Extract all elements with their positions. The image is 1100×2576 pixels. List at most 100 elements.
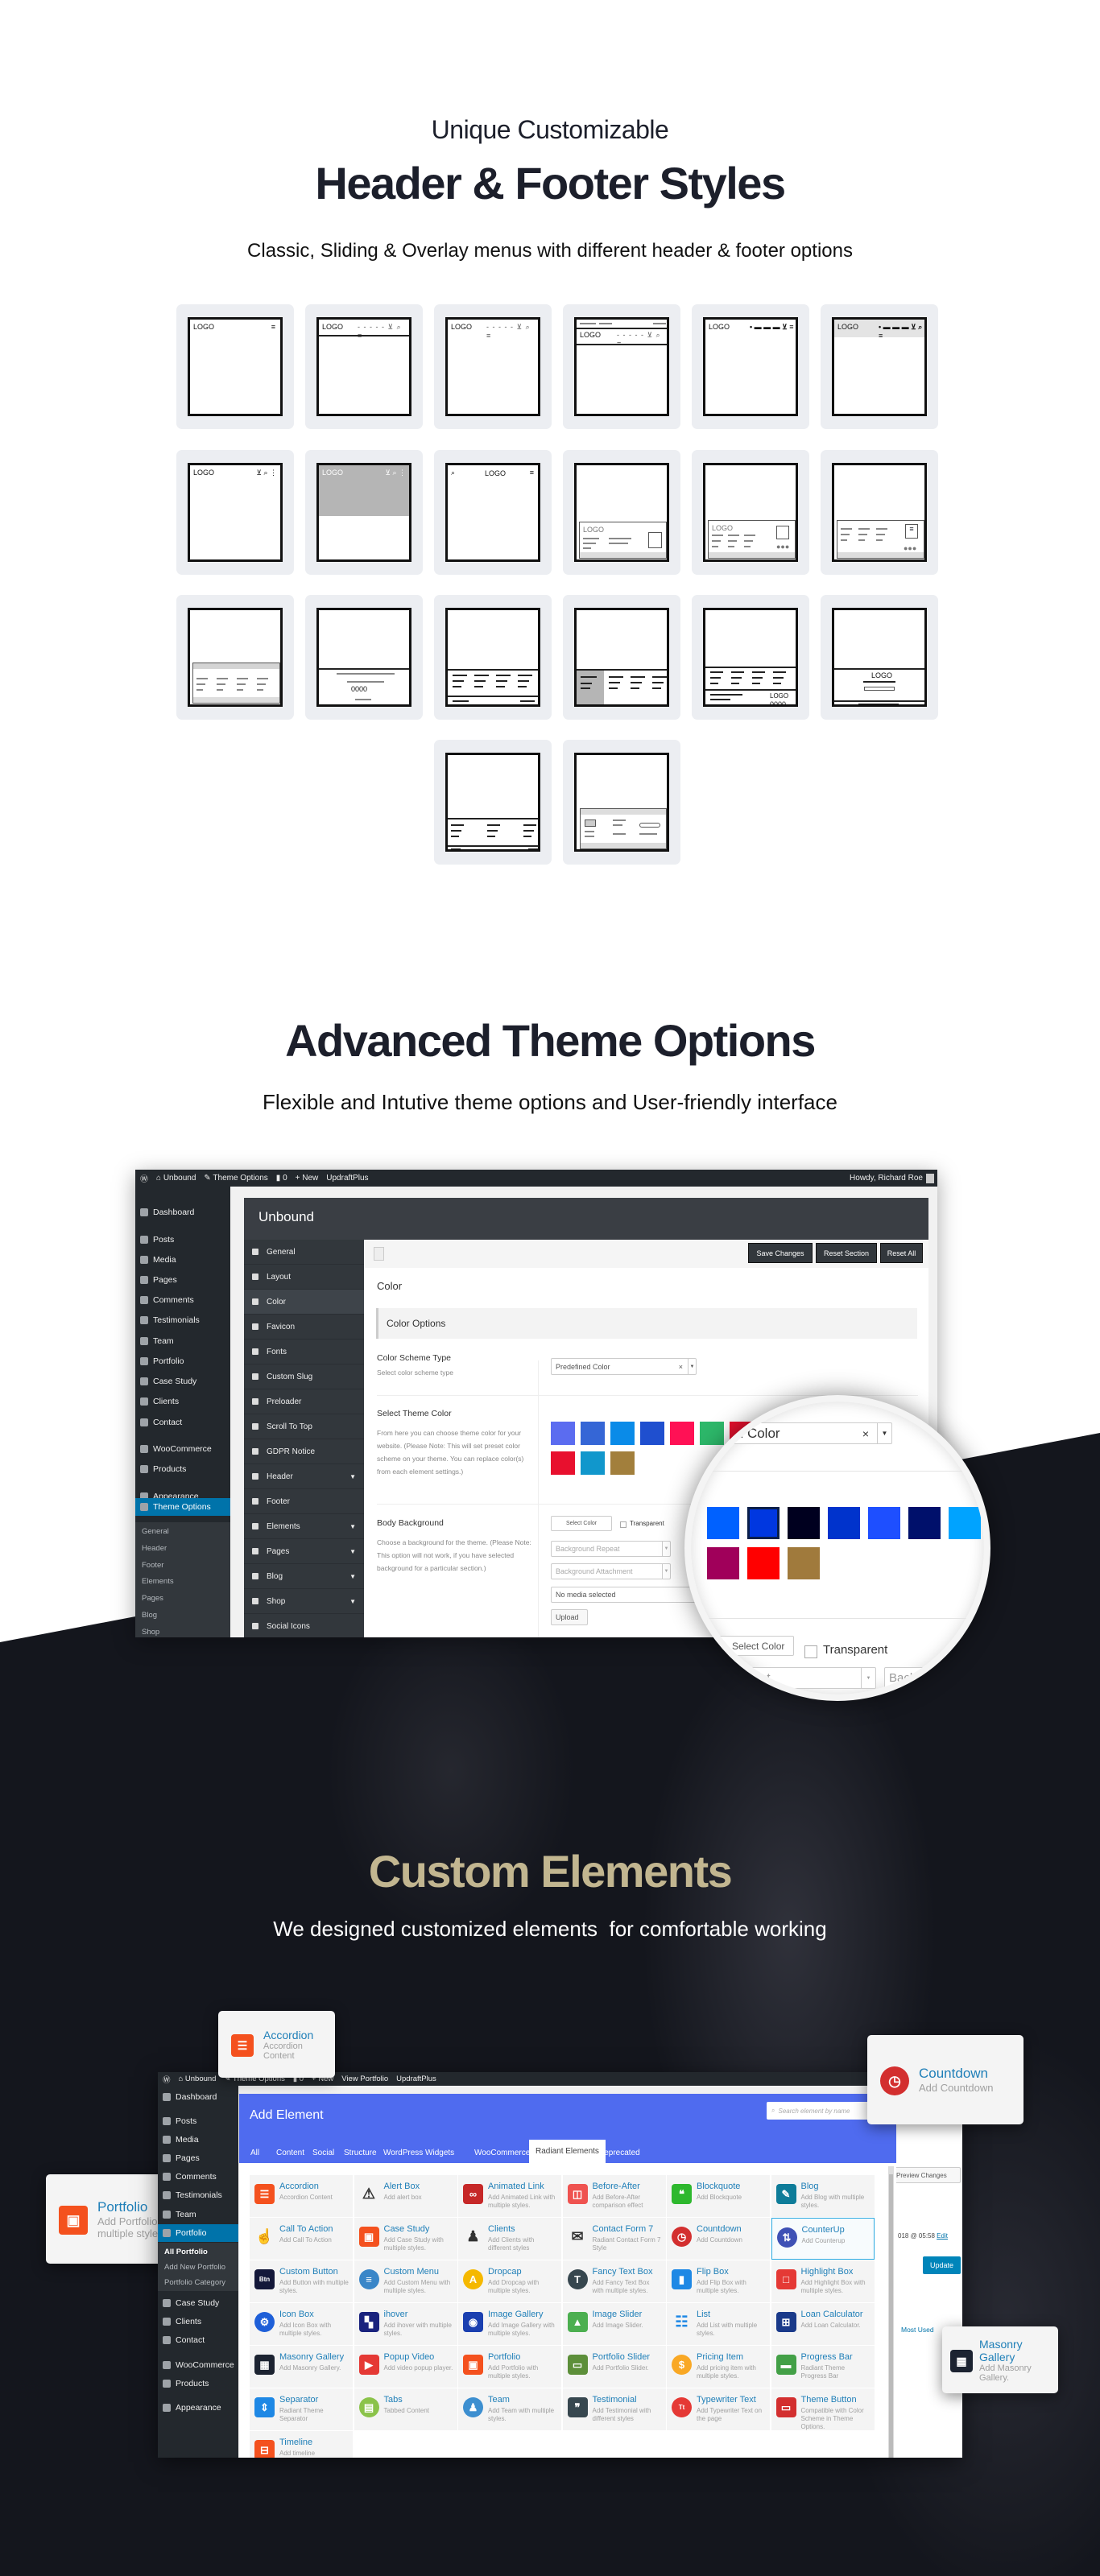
magnified-scheme-select[interactable]: Predefined Color × ▼ [691,1422,892,1444]
element-item[interactable]: ▦ Masonry Gallery Add Masonry Gallery. [250,2346,353,2388]
admin-bar-plugin[interactable]: UpdraftPlus [326,1174,368,1183]
color-swatch[interactable] [581,1451,605,1475]
layout-thumbnail[interactable]: LOGO • ▬ ▬ ▬ ⊻ ⌕ ≡ [821,304,938,429]
sidebar-item-footer[interactable]: Footer [135,1556,230,1574]
color-swatch[interactable] [747,1547,780,1579]
sidebar-item-pages[interactable]: Pages [135,1271,230,1289]
layout-thumbnail[interactable] [176,595,294,720]
clear-icon[interactable]: × [862,1427,869,1440]
element-item[interactable]: T Fancy Text Box Add Fancy Text Box with m… [562,2260,666,2302]
select-color-button[interactable]: Select Color [551,1516,612,1531]
sidebar-item-clients[interactable]: Clients [135,1393,230,1410]
clear-icon[interactable]: × [679,1363,683,1371]
element-item[interactable]: ◉ Image Gallery Add Image Gallery with mul… [458,2303,561,2345]
layout-thumbnail[interactable] [563,740,680,865]
sidebar-item-header[interactable]: Header [135,1539,230,1557]
options-menu-pages[interactable]: Pages ▼ [244,1539,364,1564]
background-attachment-select[interactable]: Background Attachment ▼ [551,1563,671,1579]
sidebar-item-dashboard[interactable]: Dashboard [158,2088,238,2106]
layout-thumbnail[interactable]: ≡ ●●● [821,450,938,575]
sidebar-item-woocommerce[interactable]: WooCommerce [135,1440,230,1458]
element-item[interactable]: ⊟ Timeline Add timeline [250,2431,353,2458]
layout-thumbnail[interactable]: LOGO [563,450,680,575]
element-item[interactable]: ♟ Clients Add Clients with different style… [458,2218,561,2260]
sidebar-item-portfolio[interactable]: Portfolio [158,2224,238,2242]
admin-bar-comments[interactable]: ▮ 0 [276,1174,287,1183]
sidebar-item-portfolio[interactable]: Portfolio [135,1352,230,1370]
admin-bar-greeting[interactable]: Howdy, Richard Roe [850,1174,923,1183]
sidebar-item-testimonials[interactable]: Testimonials [158,2186,238,2204]
scrollbar[interactable] [888,2166,894,2458]
tab-woocommerce[interactable]: WooCommerce [468,2142,536,2163]
admin-bar-site[interactable]: ⌂ Unbound [179,2074,217,2083]
sidebar-item-media[interactable]: Media [135,1251,230,1269]
color-swatch[interactable] [788,1507,820,1539]
options-menu-elements[interactable]: Elements ▼ [244,1514,364,1539]
color-swatch[interactable] [788,1547,820,1579]
sidebar-item-shop[interactable]: Shop [135,1623,230,1637]
sidebar-item-contact[interactable]: Contact [158,2331,238,2349]
sidebar-item-appearance[interactable]: Appearance [158,2399,238,2417]
options-menu-color[interactable]: Color [244,1290,364,1315]
preview-changes-button[interactable]: Preview Changes [891,2167,961,2183]
element-item[interactable]: ☰ Accordion Accordion Content [250,2175,353,2217]
element-item[interactable]: ❝ Blockquote Add Blockquote [667,2175,770,2217]
color-swatch[interactable] [581,1422,605,1445]
options-menu-favicon[interactable]: Favicon [244,1315,364,1340]
options-menu-blog[interactable]: Blog ▼ [244,1564,364,1589]
sidebar-item-team[interactable]: Team [158,2206,238,2223]
color-swatch[interactable] [828,1507,860,1539]
element-item[interactable]: ⇅ CounterUp Add Counterup [771,2218,875,2260]
layout-thumbnail[interactable]: LOGO 0000 [692,595,809,720]
element-item[interactable]: ⚠ Alert Box Add alert box [354,2175,457,2217]
sidebar-item-woocommerce[interactable]: WooCommerce [158,2356,238,2374]
wordpress-logo-icon[interactable]: Ⓦ [140,1172,148,1184]
color-swatch[interactable] [551,1422,575,1445]
element-item[interactable]: ☝ Call To Action Add Call To Action [250,2218,353,2260]
upload-button[interactable]: Upload [551,1609,588,1625]
element-item[interactable]: A Dropcap Add Dropcap with multiple styles… [458,2260,561,2302]
sidebar-item-clients[interactable]: Clients [158,2313,238,2330]
admin-bar-site[interactable]: ⌂ Unbound [156,1174,196,1183]
color-swatch[interactable] [610,1451,635,1475]
layout-thumbnail[interactable]: LOGO ●●● [692,450,809,575]
element-item[interactable]: ▭ Theme Button Compatible with Color Schem… [771,2388,875,2430]
element-item[interactable]: ▚ ihover Add ihover with multiple styles. [354,2303,457,2345]
element-item[interactable]: ▶ Popup Video Add video popup player. [354,2346,457,2388]
tab-deprecated[interactable]: Deprecated [592,2142,647,2163]
sidebar-item-case-study[interactable]: Case Study [158,2294,238,2312]
element-item[interactable]: ▲ Image Slider Add Image Slider. [562,2303,666,2345]
tab-all[interactable]: All [244,2142,266,2163]
media-field[interactable]: No media selected [551,1587,696,1603]
color-scheme-select[interactable]: Predefined Color × ▼ [551,1358,697,1375]
tab-content[interactable]: Content [270,2142,311,2163]
sidebar-item-posts[interactable]: Posts [135,1231,230,1249]
admin-bar-view-portfolio[interactable]: View Portfolio [341,2074,388,2083]
element-item[interactable]: $ Pricing Item Add pricing item with multi… [667,2346,770,2388]
sidebar-item-team[interactable]: Team [135,1332,230,1350]
magnified-attachment-select[interactable]: Background Attachment [884,1667,984,1689]
layout-thumbnail[interactable] [563,595,680,720]
element-item[interactable]: Btn Custom Button Add Button with multiple… [250,2260,353,2302]
admin-bar-plugin[interactable]: UpdraftPlus [396,2074,436,2083]
sidebar-item-theme-options[interactable]: Theme Options [135,1498,230,1516]
element-item[interactable]: ▣ Portfolio Add Portfolio with multiple st… [458,2346,561,2388]
element-item[interactable]: □ Highlight Box Add Highlight Box with mul… [771,2260,875,2302]
color-swatch[interactable] [640,1422,664,1445]
element-item[interactable]: ☷ List Add List with multiple styles. [667,2303,770,2345]
background-repeat-select[interactable]: Background Repeat ▼ [551,1541,671,1557]
color-swatch[interactable] [551,1451,575,1475]
options-menu-fonts[interactable]: Fonts [244,1340,364,1364]
color-swatch[interactable] [908,1507,941,1539]
options-menu-footer[interactable]: Footer [244,1489,364,1514]
expand-icon[interactable] [374,1247,384,1261]
options-menu-general[interactable]: General [244,1240,364,1265]
options-menu-social-icons[interactable]: Social Icons [244,1614,364,1637]
options-menu-layout[interactable]: Layout [244,1265,364,1290]
sidebar-item-comments[interactable]: Comments [135,1291,230,1309]
color-swatch[interactable] [610,1422,635,1445]
element-item[interactable]: ▮ Flip Box Add Flip Box with multiple styl… [667,2260,770,2302]
sidebar-item-portfolio-category[interactable]: Portfolio Category [158,2273,238,2291]
layout-thumbnail[interactable]: 0000 [305,595,423,720]
admin-bar-theme-options[interactable]: ✎ Theme Options [204,1174,267,1183]
